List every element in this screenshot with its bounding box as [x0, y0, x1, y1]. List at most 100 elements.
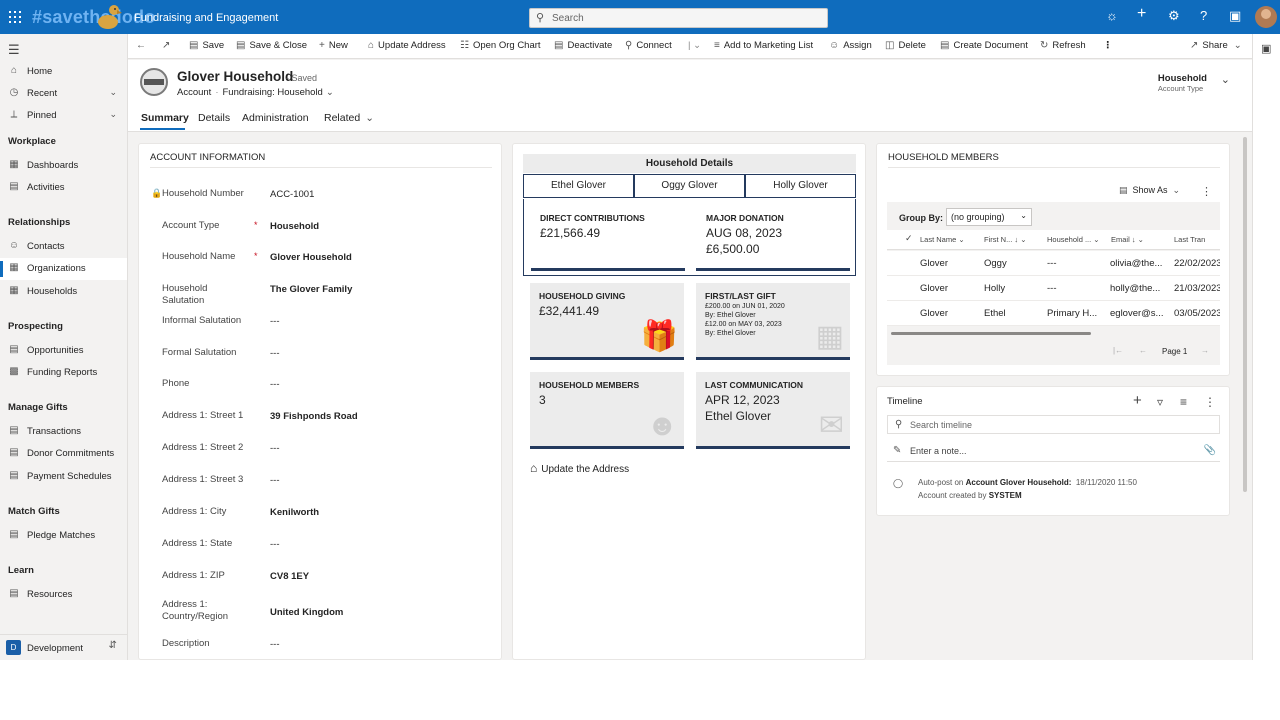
nav-contacts[interactable]: ☺ Contacts — [0, 236, 127, 258]
field-value[interactable]: 39 Fishponds Road — [270, 411, 358, 422]
nav-funding-reports[interactable]: ▩ Funding Reports — [0, 362, 127, 384]
member-tab-holly[interactable]: Holly Glover — [745, 174, 856, 198]
tab-summary[interactable]: Summary — [141, 112, 189, 124]
form-selector[interactable]: Fundraising: Household — [223, 87, 323, 98]
nav-payment-schedules[interactable]: ▤ Payment Schedules — [0, 466, 127, 488]
note-input[interactable]: ✎ Enter a note... 📎 — [887, 442, 1220, 462]
nav-households[interactable]: ▦ Households — [0, 281, 127, 303]
field-value[interactable]: --- — [270, 639, 280, 650]
open-org-chart-button[interactable]: ☷ Open Org Chart — [460, 40, 541, 51]
table-row[interactable]: Glover Ethel Primary H... eglover@s... 0… — [887, 301, 1220, 326]
connect-button[interactable]: ⚲ Connect — [625, 40, 672, 51]
lightbulb-icon[interactable]: ☼ — [1106, 9, 1118, 23]
update-address-button[interactable]: ⌂ Update Address — [368, 40, 446, 51]
more-commands-icon[interactable]: ⋮ — [1103, 40, 1113, 51]
expand-header-icon[interactable]: ⌄ — [1221, 73, 1230, 86]
column-last-transaction[interactable]: Last Tran — [1174, 235, 1205, 244]
nav-donor-commitments[interactable]: ▤ Donor Commitments — [0, 443, 127, 465]
nav-pinned[interactable]: ⟂ Pinned ⌄ — [0, 105, 127, 127]
save-button[interactable]: ▤ Save — [189, 40, 224, 51]
cell-last-name[interactable]: Glover — [920, 308, 948, 319]
timeline-post[interactable]: Auto-post on Account Glover Household: 1… — [918, 476, 1137, 502]
deactivate-button[interactable]: ▤ Deactivate — [554, 40, 612, 51]
global-search-input[interactable]: ⚲ Search — [529, 8, 828, 28]
first-page-icon[interactable]: |← — [1113, 346, 1123, 355]
create-document-button[interactable]: ▤ Create Document — [940, 40, 1028, 51]
more-options-icon[interactable]: ⋮ — [1204, 395, 1216, 409]
field-value[interactable]: --- — [270, 539, 280, 550]
nav-transactions[interactable]: ▤ Transactions — [0, 421, 127, 443]
new-button[interactable]: + New — [319, 40, 348, 51]
update-address-link[interactable]: ⌂ Update the Address — [530, 461, 629, 475]
plus-icon[interactable]: + — [1133, 392, 1142, 409]
nav-dashboards[interactable]: ▦ Dashboards — [0, 155, 127, 177]
hamburger-menu-icon[interactable]: ☰ — [8, 42, 20, 58]
show-as-button[interactable]: ▤ Show As ⌄ — [1119, 185, 1180, 196]
nav-resources[interactable]: ▤ Resources — [0, 584, 127, 606]
nav-home[interactable]: ⌂ Home — [0, 61, 127, 83]
select-all-checkbox[interactable]: ✓ — [905, 233, 913, 244]
user-avatar[interactable] — [1255, 6, 1277, 28]
field-value[interactable]: --- — [270, 475, 280, 486]
nav-activities[interactable]: ▤ Activities — [0, 177, 127, 199]
table-row[interactable]: Glover Oggy --- olivia@the... 22/02/2023 — [887, 251, 1220, 276]
share-button[interactable]: ↗ Share ⌄ — [1190, 40, 1242, 51]
help-icon[interactable]: ? — [1200, 9, 1207, 23]
field-value[interactable]: --- — [270, 443, 280, 454]
tab-details[interactable]: Details — [198, 112, 230, 124]
chat-icon[interactable]: ▣ — [1229, 9, 1241, 23]
table-row[interactable]: Glover Holly --- holly@the... 21/03/2023 — [887, 276, 1220, 301]
tab-administration[interactable]: Administration — [242, 112, 309, 124]
area-switcher[interactable]: D Development ⇵ — [0, 634, 127, 660]
timeline-search-input[interactable]: ⚲ Search timeline — [887, 415, 1220, 434]
horizontal-scrollbar[interactable] — [891, 332, 1091, 335]
cell-last-name[interactable]: Glover — [920, 283, 948, 294]
plus-icon[interactable]: + — [1137, 6, 1146, 22]
refresh-button[interactable]: ↻ Refresh — [1040, 40, 1086, 51]
field-value[interactable]: --- — [270, 348, 280, 359]
nav-recent[interactable]: ◷ Recent ⌄ — [0, 83, 127, 105]
sort-list-icon[interactable]: ≡ — [1180, 395, 1187, 409]
delete-button[interactable]: ◫ Delete — [885, 40, 926, 51]
app-title[interactable]: Fundraising and Engagement — [134, 12, 278, 24]
cell-first-name[interactable]: Oggy — [984, 258, 1007, 269]
assign-button[interactable]: ☺ Assign — [829, 40, 872, 51]
field-value[interactable]: Kenilworth — [270, 507, 319, 518]
nav-organizations[interactable]: ▦ Organizations — [0, 258, 127, 280]
cell-email[interactable]: olivia@the... — [1110, 258, 1170, 269]
connect-dropdown[interactable]: | ⌄ — [688, 40, 701, 51]
field-value[interactable]: Glover Household — [270, 252, 352, 263]
field-value[interactable]: The Glover Family — [270, 284, 352, 295]
cell-last-name[interactable]: Glover — [920, 258, 948, 269]
copilot-icon[interactable]: ▣ — [1261, 42, 1271, 55]
column-first-name[interactable]: First N... ↓ ⌄ — [984, 235, 1027, 244]
filter-icon[interactable]: ▿ — [1157, 395, 1163, 409]
group-by-select[interactable]: (no grouping) ⌄ — [946, 208, 1032, 226]
field-value[interactable]: CV8 1EY — [270, 571, 309, 582]
field-value[interactable]: --- — [270, 379, 280, 390]
save-close-button[interactable]: ▤ Save & Close — [236, 40, 307, 51]
next-page-icon[interactable]: → — [1201, 346, 1209, 355]
nav-pledge-matches[interactable]: ▤ Pledge Matches — [0, 525, 127, 547]
cell-email[interactable]: holly@the... — [1110, 283, 1170, 294]
paperclip-icon[interactable]: 📎 — [1204, 445, 1216, 456]
field-value[interactable]: United Kingdom — [270, 607, 343, 618]
member-tab-ethel[interactable]: Ethel Glover — [523, 174, 634, 198]
column-household[interactable]: Household ... ⌄ — [1047, 235, 1100, 244]
previous-page-icon[interactable]: ← — [1139, 346, 1147, 355]
field-value[interactable]: --- — [270, 316, 280, 327]
record-image[interactable] — [140, 68, 168, 96]
field-value[interactable]: Household — [270, 221, 319, 232]
gear-icon[interactable]: ⚙ — [1168, 9, 1180, 23]
nav-opportunities[interactable]: ▤ Opportunities — [0, 340, 127, 362]
field-value[interactable]: ACC-1001 — [270, 189, 314, 200]
popout-button[interactable]: ↗ — [162, 40, 174, 51]
app-launcher-icon[interactable] — [9, 11, 21, 23]
more-options-icon[interactable]: ⋮ — [1201, 185, 1212, 198]
cell-email[interactable]: eglover@s... — [1110, 308, 1170, 319]
cell-first-name[interactable]: Holly — [984, 283, 1005, 294]
add-marketing-list-button[interactable]: ≡ Add to Marketing List — [714, 40, 813, 51]
cell-first-name[interactable]: Ethel — [984, 308, 1006, 319]
chevron-down-icon[interactable]: ⌄ — [326, 87, 334, 98]
back-button[interactable]: ← — [136, 40, 150, 51]
